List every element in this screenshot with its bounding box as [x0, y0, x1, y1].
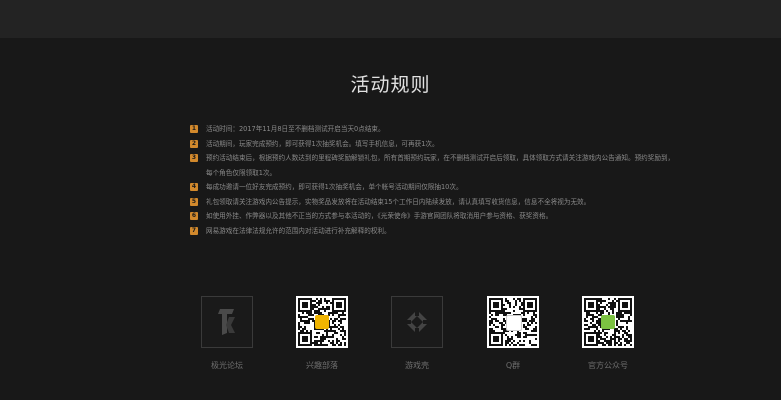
official-account-label: 官方公众号 — [588, 361, 628, 370]
wechat-center-icon — [601, 315, 615, 329]
rule-number-badge: 5 — [190, 197, 198, 206]
rule-text: 预约活动结束后，根据预约人数达到的里程碑奖励解锁礼包，所有首期预约玩家，在不删档… — [206, 154, 675, 177]
top-bar — [0, 0, 781, 38]
rule-item: 7 网易游戏在法律法规允许的范围内对活动进行补充解释的权利。 — [190, 224, 680, 239]
interest-tribe-link[interactable]: 兴趣部落 — [287, 296, 357, 371]
rule-text: 活动期间，玩家完成预约，即可获得1次抽奖机会。填写手机信息，可再获1次。 — [206, 139, 439, 148]
rule-number-badge: 1 — [190, 125, 198, 133]
rule-text: 网易游戏在法律法规允许的范围内对活动进行补充解释的权利。 — [206, 226, 391, 235]
social-footer: 极光论坛 兴趣部落 游戏壳 Q群 官方公众号 — [0, 296, 781, 386]
interest-tribe-label: 兴趣部落 — [306, 361, 338, 370]
rule-text: 每成功邀请一位好友完成预约，即可获得1次抽奖机会，单个帐号活动期间仅限抽10次。 — [206, 183, 463, 191]
game-shell-link[interactable]: 游戏壳 — [382, 296, 452, 371]
rule-item: 6 如使用外挂、作弊器以及其他不正当的方式参与本活动的，《光荣使命》手游官网团队将… — [190, 209, 680, 224]
game-shell-logo-icon[interactable] — [391, 296, 443, 348]
game-shell-label: 游戏壳 — [405, 361, 429, 370]
official-account-link[interactable]: 官方公众号 — [573, 296, 643, 371]
rule-item: 3 预约活动结束后，根据预约人数达到的里程碑奖励解锁礼包，所有首期预约玩家，在不删… — [190, 151, 680, 180]
rule-text: 活动时间：2017年11月8日至不删档测试开启当天0点结束。 — [206, 125, 385, 133]
forum-link[interactable]: 极光论坛 — [192, 296, 262, 371]
qq-center-icon — [506, 315, 522, 331]
qq-group-qr-code[interactable] — [487, 296, 539, 348]
forum-label: 极光论坛 — [211, 361, 243, 370]
rule-number-badge: 3 — [190, 154, 198, 162]
qq-group-label: Q群 — [505, 361, 521, 370]
rule-number-badge: 4 — [190, 183, 198, 191]
official-account-qr-code[interactable] — [582, 296, 634, 348]
tribe-center-icon — [315, 315, 329, 329]
forum-logo-icon[interactable] — [201, 296, 253, 348]
qq-group-link[interactable]: Q群 — [478, 296, 548, 371]
page-title: 活动规则 — [350, 74, 431, 96]
rule-number-badge: 2 — [190, 139, 198, 148]
rule-text: 礼包领取请关注游戏内公告提示，实物奖品发放将在活动结束15个工作日内陆续发放，请… — [206, 197, 591, 206]
rule-item: 5 礼包领取请关注游戏内公告提示，实物奖品发放将在活动结束15个工作日内陆续发放，… — [190, 195, 680, 210]
rule-item: 2 活动期间，玩家完成预约，即可获得1次抽奖机会。填写手机信息，可再获1次。 — [190, 137, 680, 152]
interest-tribe-qr-code[interactable] — [296, 296, 348, 348]
rule-item: 4 每成功邀请一位好友完成预约，即可获得1次抽奖机会，单个帐号活动期间仅限抽10次… — [190, 180, 680, 195]
rule-number-badge: 7 — [190, 226, 198, 235]
rule-text: 如使用外挂、作弊器以及其他不正当的方式参与本活动的，《光荣使命》手游官网团队将取… — [206, 212, 553, 220]
rules-list: 1 活动时间：2017年11月8日至不删档测试开启当天0点结束。 2 活动期间，玩家… — [190, 122, 680, 238]
rule-item: 1 活动时间：2017年11月8日至不删档测试开启当天0点结束。 — [190, 122, 680, 137]
rule-number-badge: 6 — [190, 212, 198, 220]
